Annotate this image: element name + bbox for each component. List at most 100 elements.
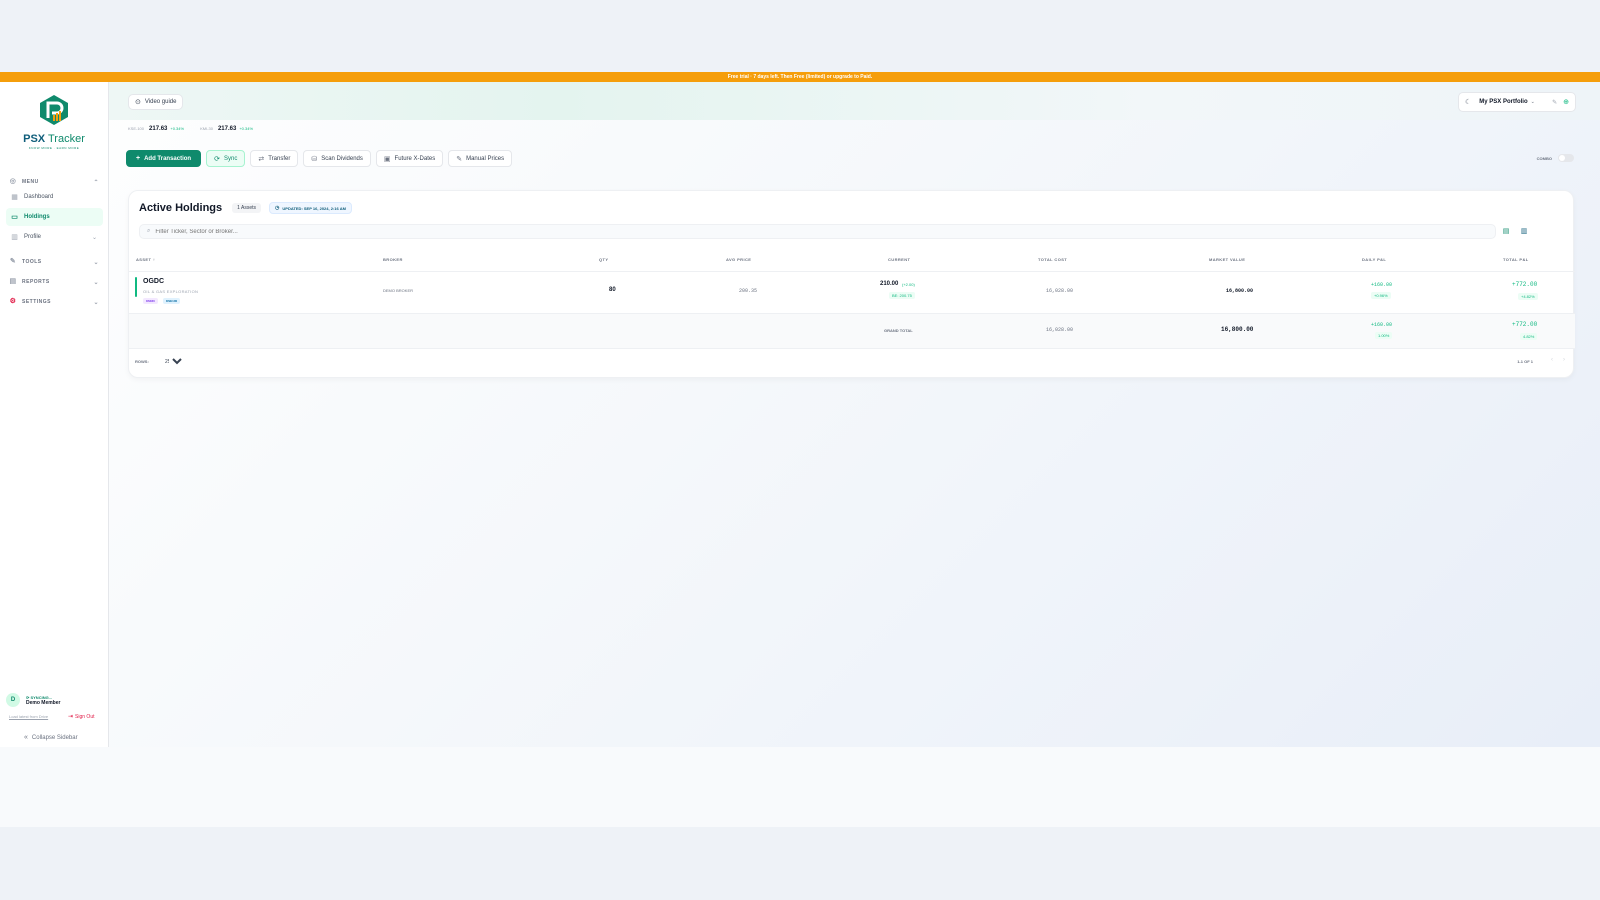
brand-logo[interactable]: PSX Tracker KNOW MORE · EARN MORE bbox=[22, 94, 86, 150]
col-daily-pnl[interactable]: DAILY P&L bbox=[1362, 257, 1386, 262]
sidebar-section-settings[interactable]: ⚙ SETTINGS ⌄ bbox=[9, 296, 99, 308]
page-title: Active Holdings bbox=[139, 202, 223, 214]
pagination-info: 1-1 OF 1 bbox=[1517, 359, 1533, 364]
total-pnl-cell: +772.00 bbox=[1512, 281, 1538, 288]
rows-per-page-select[interactable]: 25 bbox=[161, 356, 185, 367]
coins-icon: ⛁ bbox=[311, 155, 318, 163]
video-guide-button[interactable]: ⊙ Video guide bbox=[128, 94, 184, 110]
scan-dividends-button[interactable]: ⛁ Scan Dividends bbox=[303, 150, 371, 167]
total-pnl-pct: +4.82% bbox=[1518, 293, 1538, 300]
index-tag: KMI30 bbox=[143, 298, 158, 304]
add-portfolio-icon[interactable]: ⊕ bbox=[1563, 98, 1569, 106]
index-tag: KSE100 bbox=[163, 298, 181, 304]
user-name: Demo Member bbox=[26, 699, 61, 706]
chevron-down-icon: ⌄ bbox=[91, 234, 97, 241]
folder-icon: ▭ bbox=[11, 213, 18, 221]
chevron-down-icon: ⌄ bbox=[93, 279, 99, 286]
chevron-up-icon: ⌃ bbox=[93, 179, 99, 186]
future-x-dates-button[interactable]: ▣ Future X-Dates bbox=[375, 150, 444, 167]
daily-pnl-cell: +160.00 bbox=[1371, 282, 1393, 288]
current-change-cell: (+2.00) bbox=[902, 282, 915, 287]
search-icon: ⌕ bbox=[147, 228, 151, 234]
col-avg-price[interactable]: AVG PRICE bbox=[726, 257, 751, 262]
updated-badge: ◷ UPDATED: SEP 16, 2024, 2:16 AM bbox=[269, 202, 352, 214]
sign-out-button[interactable]: ⇥ Sign Out bbox=[68, 713, 95, 721]
gear-icon: ⚙ bbox=[9, 298, 17, 305]
export-csv-icon[interactable]: ▤ bbox=[1499, 225, 1513, 239]
avg-price-cell: 200.35 bbox=[739, 288, 758, 294]
grand-total-daily-pct: 1.00% bbox=[1375, 332, 1393, 339]
chevron-down-icon: ⌄ bbox=[93, 259, 99, 266]
total-cost-cell: 16,028.00 bbox=[1046, 288, 1074, 294]
breakeven-badge: BE: 200.75 bbox=[889, 292, 915, 299]
index-tickers: KSE-100 217.63 +0.34% KMI-30 217.63 +0.3… bbox=[128, 126, 269, 132]
grand-total-market-value: 16,800.00 bbox=[1221, 326, 1254, 333]
app-window: Free trial · 7 days left. Then Free (lim… bbox=[0, 72, 1600, 747]
logo-icon bbox=[40, 95, 68, 125]
grand-total-label: GRAND TOTAL bbox=[884, 328, 913, 333]
transfer-arrows-icon: ⇄ bbox=[258, 155, 265, 163]
transfer-button[interactable]: ⇄ Transfer bbox=[250, 150, 299, 167]
qty-cell: 80 bbox=[609, 287, 616, 293]
refresh-icon: ⟳ bbox=[214, 155, 220, 163]
portfolio-name: My PSX Portfolio bbox=[1479, 99, 1528, 105]
next-page-icon[interactable]: › bbox=[1563, 357, 1565, 363]
double-chevron-left-icon: « bbox=[24, 734, 28, 741]
table-footer: ROWS: 25 1-1 OF 1 ‹ › bbox=[129, 351, 1575, 375]
ticker-kmi30: KMI-30 217.63 +0.34% bbox=[200, 126, 254, 132]
user-profile[interactable]: D ⟳ SYNCING... Demo Member bbox=[6, 690, 103, 710]
col-broker[interactable]: BROKER bbox=[383, 257, 403, 262]
asset-sector: OIL & GAS EXPLORATION bbox=[143, 289, 199, 294]
col-current[interactable]: CURRENT bbox=[888, 257, 910, 262]
col-asset[interactable]: ASSET ↑ bbox=[136, 257, 155, 262]
bar-chart-icon: ▥ bbox=[11, 233, 18, 241]
sidebar-section-tools[interactable]: ✎ TOOLS ⌄ bbox=[9, 256, 99, 268]
grand-total-cost: 16,028.00 bbox=[1046, 327, 1074, 333]
brand-name: PSX Tracker bbox=[23, 133, 85, 145]
rows-label: ROWS: bbox=[135, 359, 149, 364]
manual-prices-button[interactable]: ✎ Manual Prices bbox=[448, 150, 513, 167]
market-value-cell: 16,800.00 bbox=[1226, 288, 1254, 294]
trial-banner[interactable]: Free trial · 7 days left. Then Free (lim… bbox=[0, 72, 1600, 82]
table-row[interactable]: OGDC OIL & GAS EXPLORATION KMI30 KSE100 … bbox=[129, 271, 1575, 313]
avatar: D bbox=[6, 693, 20, 707]
wrench-icon: ✎ bbox=[9, 258, 17, 265]
broker-cell: DEMO BROKER bbox=[383, 288, 414, 293]
sidebar-item-profile[interactable]: ▥ Profile ⌄ bbox=[6, 228, 103, 246]
sidebar-section-menu[interactable]: ◎ MENU ⌃ bbox=[9, 176, 99, 188]
moon-icon[interactable]: ☾ bbox=[1465, 98, 1471, 106]
chevron-down-icon: ⌄ bbox=[1530, 99, 1535, 105]
action-toolbar: + Add Transaction ⟳ Sync ⇄ Transfer ⛁ Sc… bbox=[126, 150, 517, 167]
brand-tagline: KNOW MORE · EARN MORE bbox=[28, 146, 80, 150]
combo-toggle[interactable]: COMBO bbox=[1537, 154, 1574, 162]
main-content: ⊙ Video guide ☾ My PSX Portfolio ⌄ ✎ ⊕ K… bbox=[109, 82, 1600, 747]
add-transaction-button[interactable]: + Add Transaction bbox=[126, 150, 202, 167]
grand-total-pnl-pct: 4.82% bbox=[1520, 333, 1538, 340]
toggle-switch[interactable] bbox=[1558, 154, 1574, 162]
filter-input[interactable] bbox=[155, 228, 456, 235]
edit-icon[interactable]: ✎ bbox=[1552, 99, 1557, 106]
logout-icon: ⇥ bbox=[68, 714, 74, 720]
sync-button[interactable]: ⟳ Sync bbox=[206, 150, 246, 167]
col-market-value[interactable]: MARKET VALUE bbox=[1209, 257, 1245, 262]
portfolio-selector[interactable]: ☾ My PSX Portfolio ⌄ ✎ ⊕ bbox=[1458, 92, 1576, 112]
compass-icon: ◎ bbox=[9, 178, 17, 185]
col-total-cost[interactable]: TOTAL COST bbox=[1038, 257, 1067, 262]
holdings-header: Active Holdings 1 Assets ◷ UPDATED: SEP … bbox=[139, 202, 352, 214]
assets-count-badge: 1 Assets bbox=[232, 203, 262, 213]
asset-ticker[interactable]: OGDC bbox=[143, 278, 164, 285]
load-from-drive-link[interactable]: Load latest from Drive bbox=[9, 714, 48, 719]
current-price-cell: 210.00 bbox=[880, 281, 899, 287]
sidebar: PSX Tracker KNOW MORE · EARN MORE ◎ MENU… bbox=[0, 82, 109, 747]
sidebar-section-reports[interactable]: ▤ REPORTS ⌄ bbox=[9, 276, 99, 288]
col-total-pnl[interactable]: TOTAL P&L bbox=[1503, 257, 1529, 262]
plus-icon: + bbox=[136, 155, 141, 162]
play-circle-icon: ⊙ bbox=[135, 99, 141, 106]
sidebar-item-holdings[interactable]: ▭ Holdings bbox=[6, 208, 103, 226]
collapse-sidebar-button[interactable]: « Collapse Sidebar bbox=[24, 734, 78, 741]
export-pdf-icon[interactable]: ▥ bbox=[1517, 225, 1531, 239]
col-qty[interactable]: QTY bbox=[599, 257, 608, 262]
sidebar-item-dashboard[interactable]: ▦ Dashboard bbox=[6, 188, 103, 206]
grand-total-pnl: +772.00 bbox=[1512, 321, 1538, 328]
prev-page-icon[interactable]: ‹ bbox=[1551, 357, 1553, 363]
